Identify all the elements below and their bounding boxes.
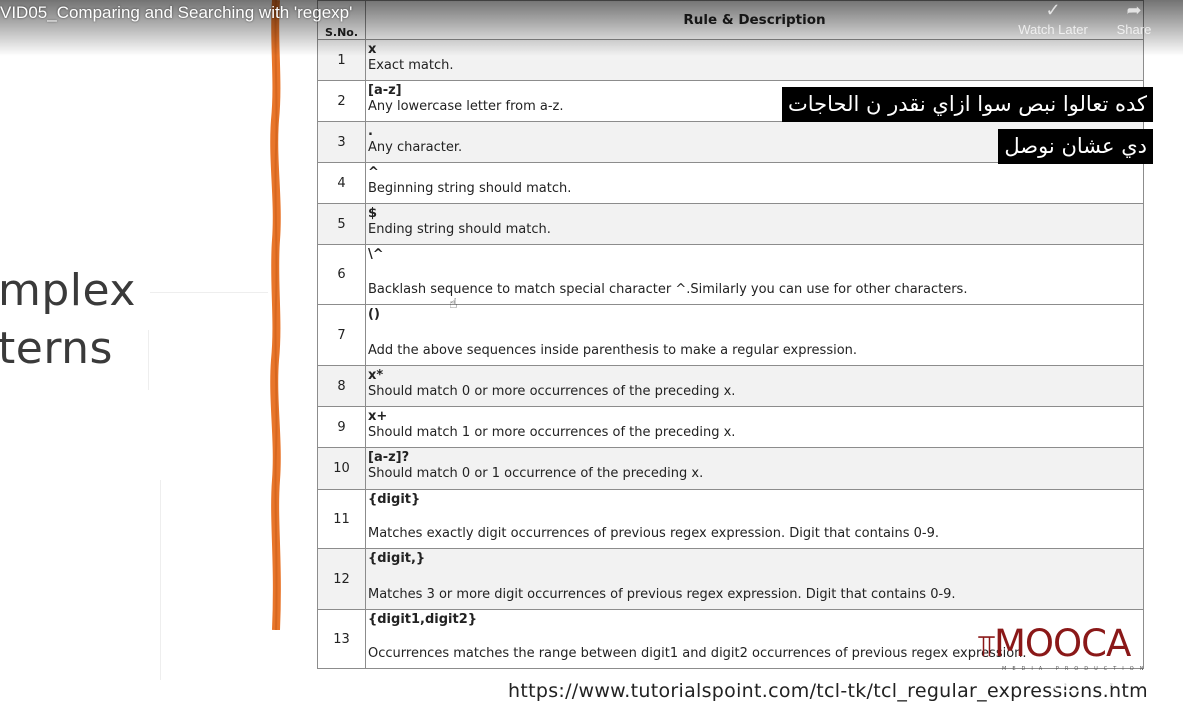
youtube-label: YouTube: [1085, 671, 1152, 690]
youtube-play-icon: [1054, 671, 1082, 693]
rule-code: [a-z]?: [368, 450, 410, 465]
mooca-logo: ⫪MOOCA MEDIA PRODUCTION: [978, 622, 1153, 673]
rule-cell: {digit} Matches exactly digit occurrences…: [365, 489, 1144, 549]
share-button[interactable]: ➦ Share: [1112, 0, 1156, 37]
subtitle-caption-line: كده تعالوا نبص سوا ازاي نقدر ن الحاجات: [781, 87, 1153, 122]
orange-rope-decoration: [270, 0, 281, 630]
row-number: 7: [317, 304, 366, 366]
row-number: 3: [317, 121, 366, 163]
rule-code: {digit}: [368, 492, 421, 507]
rule-cell: {digit,} Matches 3 or more digit occurren…: [365, 548, 1144, 610]
row-number: 5: [317, 203, 366, 245]
rule-description: Should match 1 or more occurrences of th…: [368, 425, 736, 440]
rule-cell: [a-z]? Should match 0 or 1 occurrence of …: [365, 447, 1144, 490]
row-number: 6: [317, 244, 366, 305]
check-icon: ✓: [1045, 0, 1061, 20]
slide-divider: [160, 480, 161, 680]
source-url[interactable]: https://www.tutorialspoint.com/tcl-tk/tc…: [508, 680, 1148, 702]
rule-code: \^: [368, 247, 384, 262]
rule-code: ^: [368, 165, 379, 180]
table-row: 5 $ Ending string should match.: [317, 203, 1144, 245]
table-row: 6 \^ Backlash sequence to match special c…: [317, 244, 1144, 305]
table-row: 1 x Exact match.: [317, 39, 1144, 81]
rule-description: Add the above sequences inside parenthes…: [368, 343, 858, 358]
rule-description: Should match 0 or more occurrences of th…: [368, 384, 736, 399]
video-title[interactable]: VID05_Comparing and Searching with 'rege…: [0, 3, 352, 23]
rule-cell: x Exact match.: [365, 39, 1144, 81]
table-row: 9 x+ Should match 1 or more occurrences o…: [317, 406, 1144, 448]
share-label: Share: [1116, 22, 1152, 37]
row-number: 2: [317, 80, 366, 122]
slide-title: mplex terns: [0, 262, 136, 378]
rule-description: Matches exactly digit occurrences of pre…: [368, 526, 940, 541]
rule-cell: $ Ending string should match.: [365, 203, 1144, 245]
rule-description: Beginning string should match.: [368, 181, 572, 196]
table-row: 12 {digit,} Matches 3 or more digit occur…: [317, 548, 1144, 610]
slide-divider: [148, 330, 149, 390]
rule-description: Matches 3 or more digit occurrences of p…: [368, 587, 956, 602]
row-number: 4: [317, 162, 366, 204]
rule-cell: \^ Backlash sequence to match special cha…: [365, 244, 1144, 305]
row-number: 10: [317, 447, 366, 490]
rule-code: x: [368, 42, 377, 57]
hand-cursor-icon: ☝: [449, 296, 458, 312]
rule-description: Ending string should match.: [368, 222, 551, 237]
rule-description: Exact match.: [368, 58, 454, 73]
table-row: 4 ^ Beginning string should match.: [317, 162, 1144, 204]
rule-code: $: [368, 206, 378, 221]
rule-description: Backlash sequence to match special chara…: [368, 282, 968, 297]
watch-later-label: Watch Later: [1018, 22, 1088, 37]
row-number: 8: [317, 365, 366, 407]
subtitle-caption-line: دي عشان نوصل: [998, 129, 1153, 164]
slide-title-line: terns: [0, 323, 113, 374]
rule-description: Should match 0 or 1 occurrence of the pr…: [368, 466, 704, 481]
rule-cell: ^ Beginning string should match.: [365, 162, 1144, 204]
rule-cell: x* Should match 0 or more occurrences of …: [365, 365, 1144, 407]
rule-code: x+: [368, 409, 388, 424]
table-row: 8 x* Should match 0 or more occurrences o…: [317, 365, 1144, 407]
row-number: 13: [317, 609, 366, 669]
rule-description: Occurrences matches the range between di…: [368, 646, 1027, 661]
rule-cell: x+ Should match 1 or more occurrences of …: [365, 406, 1144, 448]
slide-divider: [150, 292, 268, 293]
share-arrow-icon: ➦: [1126, 0, 1142, 20]
row-number: 11: [317, 489, 366, 549]
row-number: 12: [317, 548, 366, 610]
youtube-watermark[interactable]: YouTube: [1054, 671, 1152, 693]
rule-cell: () Add the above sequences inside parenth…: [365, 304, 1144, 366]
row-number: 1: [317, 39, 366, 81]
table-row: 7 () Add the above sequences inside paren…: [317, 304, 1144, 366]
rule-code: x*: [368, 368, 384, 383]
rule-code: {digit,}: [368, 551, 426, 566]
slide-title-line: mplex: [0, 265, 136, 316]
rule-code: (): [368, 307, 380, 322]
watch-later-button[interactable]: ✓ Watch Later: [1014, 0, 1092, 37]
table-row: 11 {digit} Matches exactly digit occurren…: [317, 489, 1144, 549]
row-number: 9: [317, 406, 366, 448]
logo-wordmark: ⫪MOOCA: [978, 622, 1131, 665]
table-row: 10 [a-z]? Should match 0 or 1 occurrence …: [317, 447, 1144, 490]
